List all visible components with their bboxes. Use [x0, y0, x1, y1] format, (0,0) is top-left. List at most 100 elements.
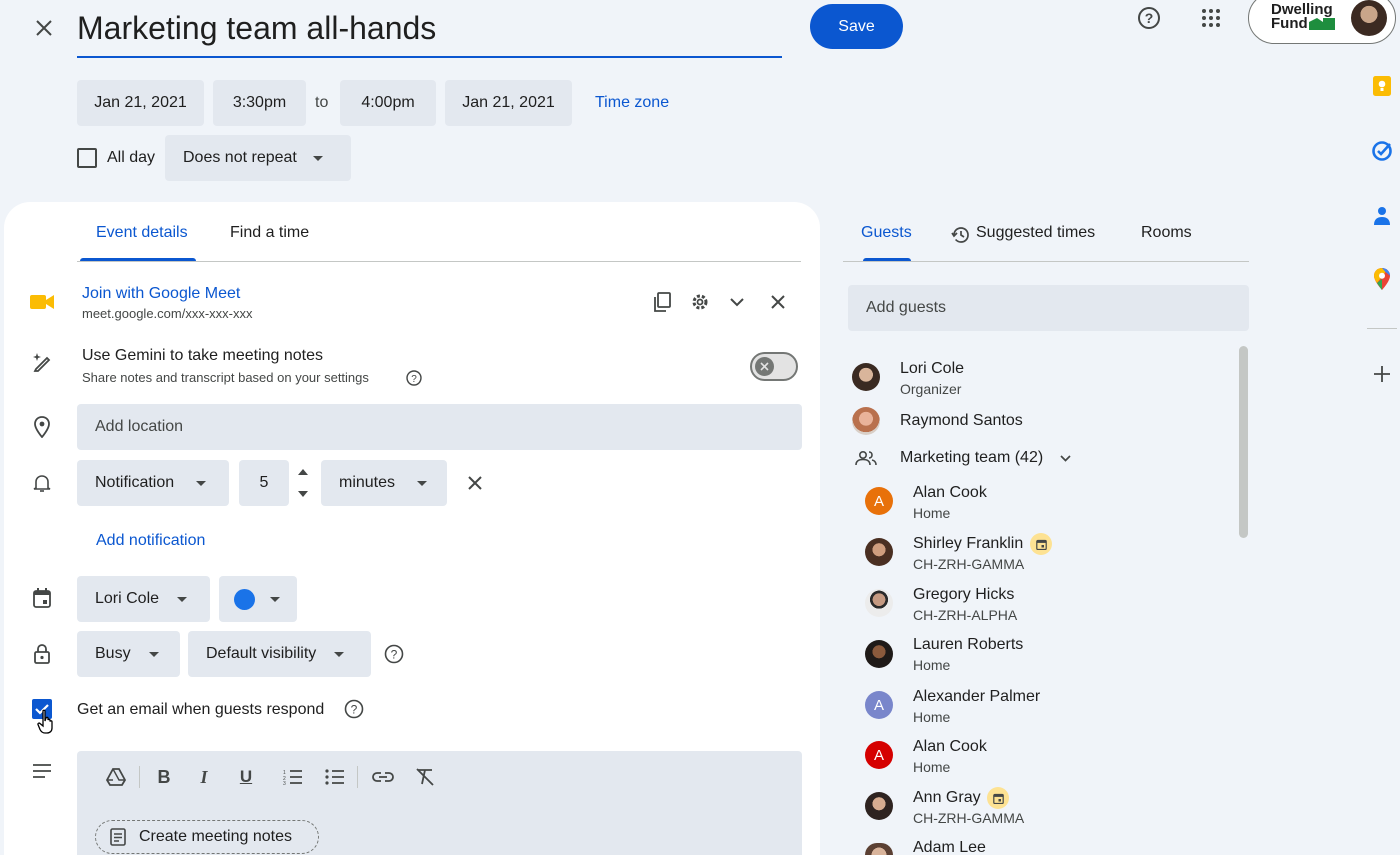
guest-location: Home [913, 759, 951, 775]
numbered-list-icon[interactable]: 123 [281, 765, 305, 789]
create-meeting-notes-button[interactable]: Create meeting notes [95, 820, 319, 854]
guest-name: Lori Cole [900, 360, 965, 377]
stepper-up-icon[interactable] [296, 466, 310, 478]
help-icon[interactable]: ? [1135, 4, 1163, 32]
brand-logo: Dwelling Fund [1271, 1, 1335, 32]
title-input[interactable]: Marketing team all-hands [77, 4, 782, 58]
guest-location: CH-ZRH-GAMMA [913, 810, 1025, 826]
event-color-dropdown[interactable] [219, 576, 297, 622]
add-notification-link[interactable]: Add notification [96, 532, 205, 550]
history-clock-icon [950, 224, 972, 246]
guest-location: CH-ZRH-GAMMA [913, 556, 1025, 572]
toolbar-divider [357, 766, 358, 788]
chevron-down-icon[interactable] [725, 290, 749, 314]
svg-text:?: ? [1145, 10, 1154, 26]
to-label: to [315, 94, 329, 111]
help-icon[interactable]: ? [405, 369, 423, 387]
repeat-dropdown[interactable]: Does not repeat [165, 135, 351, 181]
save-button[interactable]: Save [810, 4, 903, 49]
tab-guests[interactable]: Guests [861, 224, 912, 242]
time-zone-link[interactable]: Time zone [595, 94, 669, 112]
guest-name: Adam Lee [913, 839, 986, 855]
all-day-checkbox[interactable] [77, 148, 97, 168]
start-date-chip[interactable]: Jan 21, 2021 [77, 80, 204, 126]
maps-icon[interactable] [1370, 266, 1394, 292]
help-icon[interactable]: ? [383, 643, 405, 665]
notification-type-dropdown[interactable]: Notification [77, 460, 229, 506]
chevron-down-icon [177, 596, 188, 602]
chevron-down-icon [417, 480, 428, 486]
busy-status-dropdown[interactable]: Busy [77, 631, 180, 677]
chevron-down-icon [148, 651, 159, 657]
tab-suggested-times[interactable]: Suggested times [976, 224, 1095, 242]
location-input[interactable]: Add location [77, 404, 802, 450]
tasks-icon[interactable] [1370, 139, 1394, 163]
guest-name: Alan Cook [913, 738, 987, 755]
stepper-down-icon[interactable] [296, 488, 310, 500]
end-date-chip[interactable]: Jan 21, 2021 [445, 80, 572, 126]
gemini-toggle[interactable] [750, 352, 798, 381]
avatar [865, 843, 893, 855]
guest-location: Home [913, 709, 951, 725]
chevron-down-icon [270, 596, 280, 602]
link-icon[interactable] [370, 765, 396, 789]
toolbar-divider [139, 766, 140, 788]
google-drive-icon[interactable] [104, 765, 128, 789]
side-bar-divider [1367, 328, 1397, 329]
add-guests-input[interactable]: Add guests [848, 285, 1249, 331]
color-swatch [234, 588, 255, 610]
guest-name: Lauren Roberts [913, 636, 1024, 653]
close-icon[interactable] [28, 12, 60, 44]
chevron-down-icon[interactable] [1057, 450, 1073, 466]
avatar [865, 792, 893, 820]
visibility-dropdown[interactable]: Default visibility [188, 631, 371, 677]
gemini-subtitle: Share notes and transcript based on your… [82, 370, 369, 385]
tabs-divider [77, 261, 801, 262]
avatar [865, 640, 893, 668]
start-time-chip[interactable]: 3:30pm [213, 80, 306, 126]
calendar-owner-dropdown[interactable]: Lori Cole [77, 576, 210, 622]
contacts-icon[interactable] [1370, 204, 1394, 228]
notification-amount-input[interactable]: 5 [239, 460, 289, 506]
avatar [852, 407, 880, 435]
bulleted-list-icon[interactable] [323, 765, 347, 789]
location-pin-icon [30, 414, 54, 440]
tab-rooms[interactable]: Rooms [1141, 224, 1192, 242]
join-meet-link[interactable]: Join with Google Meet [82, 285, 240, 303]
svg-text:?: ? [351, 703, 358, 717]
bell-icon [30, 471, 54, 495]
guest-location: CH-ZRH-ALPHA [913, 607, 1018, 623]
avatar [852, 363, 880, 391]
gear-icon[interactable] [688, 290, 712, 314]
clear-formatting-icon[interactable] [412, 765, 438, 789]
tab-event-details[interactable]: Event details [96, 224, 188, 242]
remove-meet-icon[interactable] [766, 290, 790, 314]
italic-icon[interactable]: I [192, 765, 216, 789]
avatar: A [865, 741, 893, 769]
add-icon[interactable] [1370, 362, 1394, 386]
svg-text:?: ? [411, 374, 417, 385]
end-time-chip[interactable]: 4:00pm [340, 80, 436, 126]
avatar [1351, 0, 1387, 36]
underline-icon[interactable]: U [234, 765, 258, 789]
account-switcher[interactable]: Dwelling Fund [1248, 0, 1396, 44]
gemini-title: Use Gemini to take meeting notes [82, 347, 324, 364]
help-icon[interactable]: ? [343, 698, 365, 720]
tab-find-a-time[interactable]: Find a time [230, 224, 309, 242]
event-title: Marketing team all-hands [77, 10, 437, 46]
lock-icon [30, 642, 54, 666]
group-name[interactable]: Marketing team (42) [900, 449, 1043, 467]
toggle-knob-icon [755, 357, 774, 376]
guest-name: Gregory Hicks [913, 586, 1015, 603]
remove-notification-icon[interactable] [463, 471, 487, 495]
guest-location: Home [913, 657, 951, 673]
email-guests-label: Get an email when guests respond [77, 701, 325, 718]
notification-unit-dropdown[interactable]: minutes [321, 460, 447, 506]
avatar [865, 538, 893, 566]
bold-icon[interactable]: B [152, 765, 176, 789]
apps-grid-icon[interactable] [1197, 4, 1225, 32]
guest-list-scrollbar[interactable] [1239, 346, 1248, 538]
guest-name: Ann Gray [913, 789, 981, 806]
keep-icon[interactable] [1370, 74, 1394, 98]
copy-icon[interactable] [650, 290, 674, 314]
